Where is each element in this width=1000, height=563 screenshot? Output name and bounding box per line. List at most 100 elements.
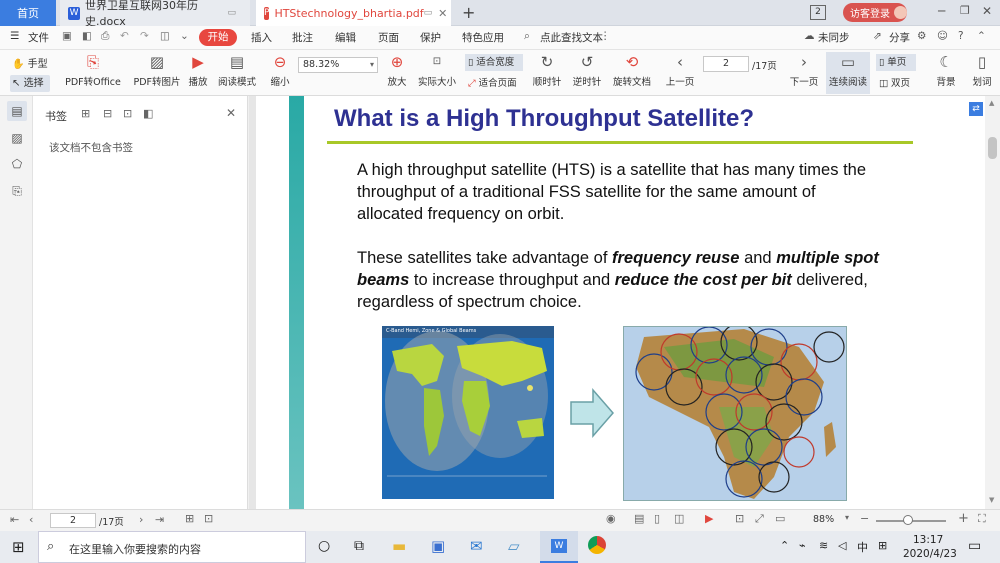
bookmark-panel-icon[interactable]: ▤ (7, 101, 27, 121)
menu-edit[interactable]: 编辑 (335, 30, 356, 45)
fit-width-icon[interactable]: ▭ (775, 512, 785, 525)
single-page-button[interactable]: ▯ 单页 (876, 54, 916, 71)
open-folder-icon[interactable]: ▣ (62, 30, 72, 42)
help-icon[interactable]: ? (958, 30, 964, 42)
play-button[interactable]: ▶ 播放 (185, 52, 211, 88)
fit-width-button[interactable]: ▯ 适合宽度 (465, 54, 523, 71)
redo-icon[interactable]: ↷ (140, 30, 149, 42)
menu-page[interactable]: 页面 (378, 30, 399, 45)
add-page-icon[interactable]: ⊞ (185, 512, 194, 525)
fit-page-button[interactable]: ⤢ 适合页面 (465, 75, 523, 92)
hand-tool[interactable]: ✋ 手型 (12, 55, 48, 70)
attachment-icon[interactable]: ⎘ (7, 181, 27, 201)
settings-icon[interactable]: ⚙ (917, 30, 926, 42)
rotate-cw-button[interactable]: ↻ 顺时针 (530, 52, 564, 88)
menu-features[interactable]: 特色应用 (462, 30, 504, 45)
first-page-icon[interactable]: ⇤ (10, 513, 19, 526)
file-explorer-icon[interactable]: ▬ (392, 537, 406, 555)
menu-insert[interactable]: 插入 (251, 30, 272, 45)
zoom-in-icon[interactable]: + (958, 511, 969, 526)
dropdown-icon[interactable]: ⌄ (180, 30, 189, 42)
last-page-icon[interactable]: ⇥ (155, 513, 164, 526)
close-icon[interactable]: ✕ (438, 7, 447, 20)
edit-bookmark-icon[interactable]: ⊡ (123, 107, 132, 120)
undo-icon[interactable]: ↶ (120, 30, 129, 42)
pdf-to-office-button[interactable]: ⎘ PDF转Office (62, 52, 124, 88)
hamburger-icon[interactable]: ☰ (10, 30, 19, 42)
sync-status[interactable]: 未同步 (818, 30, 850, 45)
windows-start-icon[interactable]: ⊞ (12, 538, 25, 556)
network-icon[interactable]: ⌁ (799, 539, 806, 552)
pdf-to-image-button[interactable]: ▨ PDF转图片 (132, 52, 182, 88)
zoom-out-button[interactable]: ⊖ 缩小 (266, 52, 294, 88)
save-icon[interactable]: ◧ (82, 30, 92, 42)
keyboard-icon[interactable]: ⊞ (878, 539, 887, 552)
zoom-in-button[interactable]: ⊕ 放大 (383, 52, 411, 88)
fullscreen-icon[interactable]: ⛶ (978, 512, 986, 526)
remove-bookmark-icon[interactable]: ⊟ (103, 107, 112, 120)
notification-icon[interactable]: ▭ (968, 538, 981, 554)
prev-page-button[interactable]: ‹ 上一页 (662, 52, 698, 88)
collapse-icon[interactable]: ⌃ (977, 30, 986, 42)
read-mode-button[interactable]: ▤ 阅读模式 (215, 52, 259, 88)
menu-start[interactable]: 开始 (199, 29, 237, 46)
share-button[interactable]: 分享 (889, 30, 910, 45)
scroll-down-icon[interactable]: ▼ (989, 496, 994, 504)
zoom-out-icon[interactable]: − (860, 512, 869, 525)
tray-chevron-icon[interactable]: ⌃ (780, 539, 789, 552)
scroll-up-icon[interactable]: ▲ (989, 99, 994, 107)
close-panel-icon[interactable]: ✕ (226, 106, 236, 120)
store-icon[interactable]: ▣ (431, 537, 445, 555)
actual-size-icon[interactable]: ⊡ (735, 512, 744, 525)
more-icon[interactable]: ⋮ (600, 30, 611, 42)
tab-home[interactable]: 首页 (0, 0, 56, 26)
zoom-input[interactable]: 88.32% ▾ (298, 57, 378, 73)
single-view-icon[interactable]: ▯ (654, 512, 660, 525)
fit-page-icon[interactable]: ⤢ (755, 512, 764, 526)
minimize-icon[interactable]: ─ (938, 4, 945, 18)
skin-icon[interactable]: ☺ (937, 30, 948, 42)
notes-app-icon[interactable]: ▱ (508, 537, 520, 555)
tab-docx[interactable]: W 世界卫星互联网30年历史.docx ▭ (60, 0, 250, 28)
wps-taskbar-button[interactable]: W (540, 531, 578, 563)
window-count-badge[interactable]: 2 (810, 5, 826, 20)
select-tool[interactable]: ↖ 选择 (10, 75, 50, 92)
bookmark-icon[interactable]: ◧ (143, 107, 153, 120)
rotate-ccw-button[interactable]: ↺ 逆时针 (570, 52, 604, 88)
cortana-icon[interactable]: ○ (318, 538, 330, 554)
volume-icon[interactable]: ◁ (838, 539, 846, 552)
document-view[interactable]: What is a High Throughput Satellite? A h… (249, 96, 985, 509)
background-button[interactable]: ☾ 背景 (930, 52, 962, 88)
mail-icon[interactable]: ✉ (470, 537, 483, 555)
rotate-doc-button[interactable]: ⟲ 旋转文档 (610, 52, 654, 88)
continuous-view-icon[interactable]: ▤ (634, 512, 644, 525)
task-view-icon[interactable]: ⧉ (354, 538, 364, 554)
underline-button[interactable]: ▯ 划词 (968, 52, 996, 88)
thumbnail-icon[interactable]: ▨ (7, 128, 27, 148)
next-page-icon[interactable]: › (139, 513, 143, 526)
actual-size-button[interactable]: ⊡ 实际大小 (415, 52, 459, 88)
wifi-icon[interactable]: ≋ (819, 539, 828, 552)
export-icon[interactable]: ⊡ (204, 512, 213, 525)
vertical-scrollbar[interactable]: ▲ ▼ (985, 96, 1000, 509)
play-icon[interactable]: ▶ (705, 512, 713, 525)
menu-file[interactable]: 文件 (28, 30, 49, 45)
format-icon[interactable]: ◫ (160, 30, 170, 42)
next-page-button[interactable]: › 下一页 (786, 52, 822, 88)
login-button[interactable]: 访客登录 (843, 3, 907, 22)
menu-annotate[interactable]: 批注 (292, 30, 313, 45)
annotation-icon[interactable]: ⬠ (7, 154, 27, 174)
taskbar-search-box[interactable]: ⌕ 在这里输入你要搜索的内容 (38, 531, 306, 563)
status-page-input[interactable]: 2 (50, 513, 96, 528)
add-bookmark-icon[interactable]: ⊞ (81, 107, 90, 120)
zoom-slider-thumb[interactable] (903, 515, 913, 525)
translate-icon[interactable]: ⇄ (969, 102, 983, 116)
double-view-icon[interactable]: ◫ (674, 512, 684, 525)
ime-indicator[interactable]: 中 (857, 539, 868, 555)
print-icon[interactable]: ⎙ (101, 30, 109, 43)
menu-protect[interactable]: 保护 (420, 30, 441, 45)
prev-page-icon[interactable]: ‹ (29, 513, 33, 526)
double-page-button[interactable]: ◫ 双页 (876, 75, 922, 92)
continuous-read-button[interactable]: ▭ 连续阅读 (826, 52, 870, 94)
close-window-icon[interactable]: ✕ (982, 4, 992, 18)
